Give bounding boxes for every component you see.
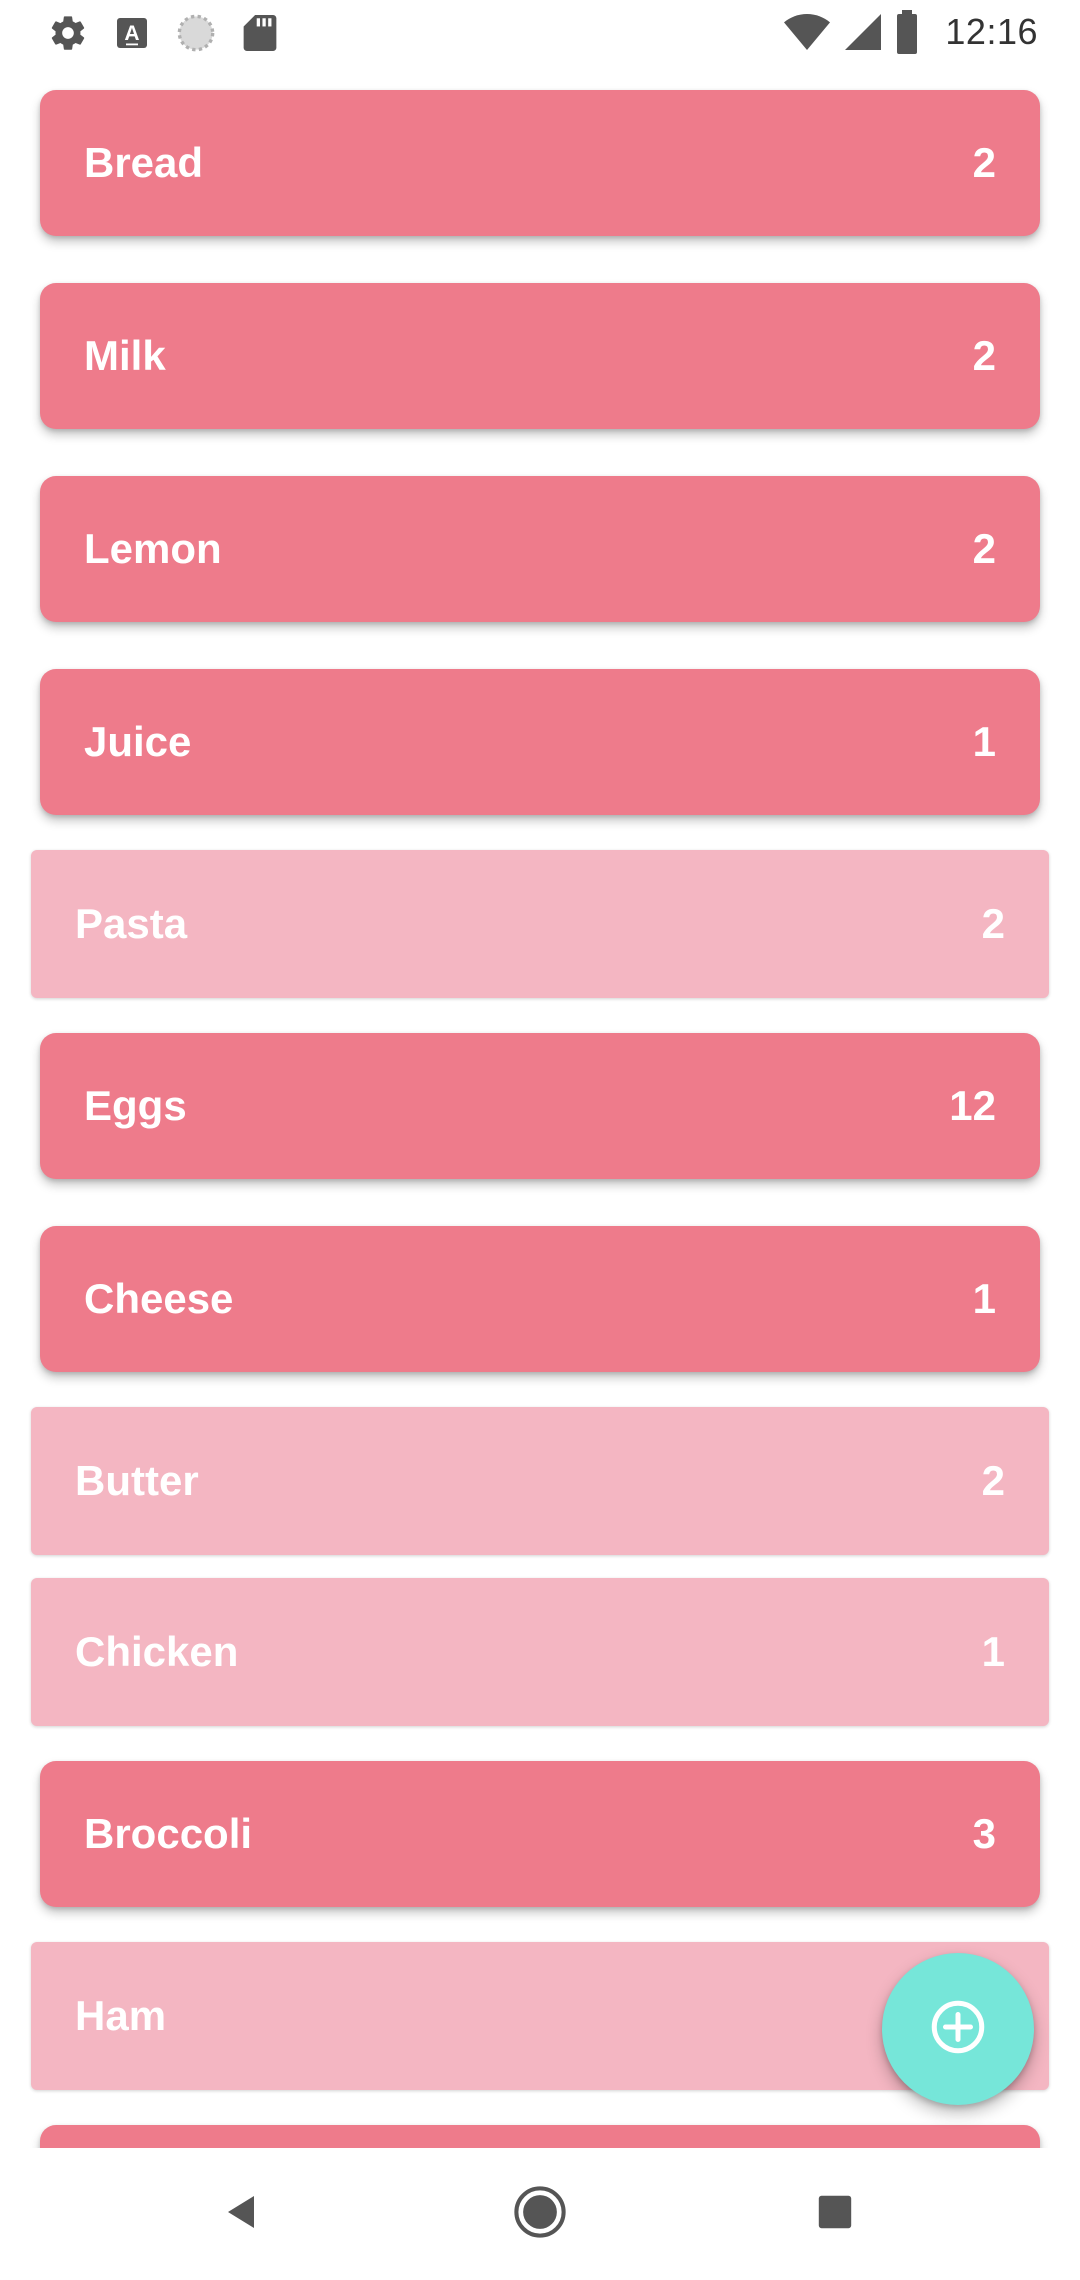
item-quantity: 2 <box>981 1457 1005 1504</box>
item-quantity: 1 <box>981 1628 1005 1675</box>
list-item[interactable]: Butter 2 <box>31 1407 1049 1555</box>
shopping-list: Bread 2 Milk 2 Lemon 2 Juice 1 Pasta 2 E… <box>0 66 1080 2148</box>
loading-circle-icon <box>176 13 216 53</box>
item-quantity: 1 <box>972 718 996 765</box>
list-item[interactable]: Pasta 2 <box>31 850 1049 998</box>
item-name: Lemon <box>84 525 222 572</box>
add-item-button[interactable] <box>882 1953 1034 2105</box>
list-item[interactable]: Lemon 2 <box>40 476 1040 622</box>
list-item[interactable]: Milk 2 <box>40 283 1040 429</box>
list-item[interactable]: Chicken 1 <box>31 1578 1049 1726</box>
add-circle-icon <box>928 1997 988 2062</box>
list-item[interactable]: Cheese 1 <box>40 1226 1040 1372</box>
recents-button[interactable] <box>769 2148 901 2280</box>
item-name: Broccoli <box>84 1810 253 1857</box>
status-time: 12:16 <box>945 11 1038 52</box>
battery-icon <box>895 10 919 54</box>
sd-card-icon <box>242 13 278 53</box>
item-quantity: 2 <box>972 332 996 379</box>
gear-icon <box>48 13 88 53</box>
wifi-icon <box>783 12 831 52</box>
list-item[interactable]: Broccoli 3 <box>40 1761 1040 1907</box>
back-button[interactable] <box>176 2148 308 2280</box>
recents-icon <box>817 2194 853 2235</box>
status-icons-left: A <box>48 12 278 54</box>
svg-text:A: A <box>124 22 139 45</box>
item-name: Milk <box>84 332 166 379</box>
item-quantity: 2 <box>981 900 1005 947</box>
font-a-icon: A <box>114 15 150 51</box>
navigation-bar <box>0 2148 1080 2280</box>
item-quantity: 2 <box>972 139 996 186</box>
list-item[interactable]: Bread 2 <box>40 90 1040 236</box>
item-quantity: 12 <box>949 1082 996 1129</box>
item-quantity: 1 <box>972 1275 996 1322</box>
item-name: Juice <box>84 718 192 765</box>
list-item[interactable]: Juice 1 <box>40 669 1040 815</box>
item-name: Cheese <box>84 1275 234 1322</box>
home-button[interactable] <box>474 2148 606 2280</box>
item-name: Pasta <box>75 900 188 947</box>
list-item[interactable]: Eggs 12 <box>40 1033 1040 1179</box>
status-bar: A 12:16 <box>0 0 1080 66</box>
signal-icon <box>843 12 883 52</box>
item-name: Chicken <box>75 1628 239 1675</box>
list-item[interactable] <box>40 2125 1040 2148</box>
item-quantity: 2 <box>972 525 996 572</box>
item-name: Ham <box>75 1992 167 2039</box>
item-name: Bread <box>84 139 204 186</box>
home-icon <box>513 2185 567 2244</box>
item-quantity: 3 <box>972 1810 996 1857</box>
back-icon <box>222 2192 262 2237</box>
item-name: Butter <box>75 1457 199 1504</box>
item-name: Eggs <box>84 1082 187 1129</box>
status-icons-right: 12:16 <box>783 8 1038 56</box>
